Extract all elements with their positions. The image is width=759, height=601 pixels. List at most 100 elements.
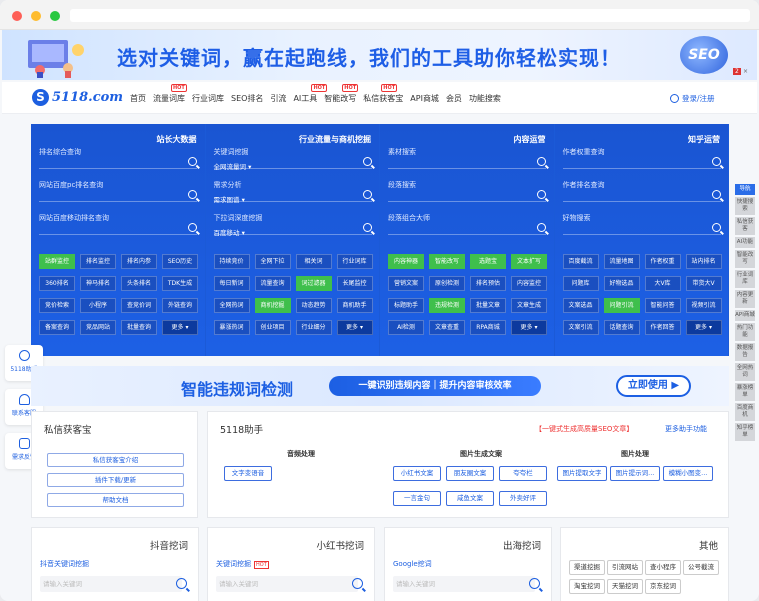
nav-item[interactable]: 流量词库 HOT [153, 84, 187, 104]
tool-tag[interactable]: 全网下拉 [254, 254, 291, 269]
tool-tag[interactable]: 创业项目 [254, 320, 291, 335]
tool-tag[interactable]: 360排名 [39, 276, 75, 291]
tool-tag[interactable]: SEO历史 [162, 254, 198, 269]
quick-nav-item[interactable]: API商城 [735, 310, 755, 321]
nav-item[interactable]: 功能搜索 [469, 93, 501, 104]
nav-item[interactable]: AI工具 HOT [293, 84, 328, 104]
tool-tag[interactable]: 神马排名 [80, 276, 116, 291]
tool-tag[interactable]: 作者权重 [644, 254, 681, 269]
banner-pager[interactable]: 2 [733, 68, 741, 75]
tool-tag[interactable]: 大V库 [644, 276, 681, 291]
tool-tag[interactable]: 竞价检索 [39, 298, 75, 313]
search-icon[interactable] [537, 223, 546, 232]
tool-tag[interactable]: 站内排名 [685, 254, 722, 269]
tool-tag[interactable]: 全网热词 [213, 298, 250, 313]
more-button[interactable]: 更多 ▾ [685, 320, 722, 335]
tool-tag[interactable]: 话题查询 [603, 320, 640, 335]
quick-nav-item[interactable]: 百度商机 [735, 403, 755, 421]
tool-tag[interactable]: 带货大V [685, 276, 722, 291]
other-tool-button[interactable]: 京东挖词 [645, 579, 681, 594]
tool-tag[interactable]: 排名预估 [470, 276, 506, 291]
tool-tag[interactable]: 行业细分 [295, 320, 332, 335]
tool-tag[interactable]: 暴涨热词 [213, 320, 250, 335]
other-tool-button[interactable]: 渠道挖掘 [569, 560, 605, 575]
search-icon[interactable] [529, 578, 540, 589]
other-tool-button[interactable]: 淘宝挖词 [569, 579, 605, 594]
tool-tag[interactable]: 流量地图 [603, 254, 640, 269]
maximize-dot[interactable] [50, 11, 60, 21]
nav-item[interactable]: 行业词库 [192, 93, 224, 104]
tool-tag[interactable]: 选题宝 [470, 254, 506, 269]
tool-tag[interactable]: 作者回答 [644, 320, 681, 335]
search-field[interactable]: 关键词挖掘 全网流量词 ▾ [213, 147, 372, 171]
tool-tag[interactable]: 文章查重 [429, 320, 465, 335]
quick-nav-item[interactable]: 热门功能 [735, 323, 755, 341]
tool-tag[interactable]: 词过滤器 [295, 276, 332, 291]
quick-nav-item[interactable]: 快捷搜索 [735, 197, 755, 215]
search-field[interactable]: 网站百度移动排名查询 [39, 213, 197, 235]
search-icon[interactable] [362, 223, 372, 232]
address-bar[interactable] [70, 9, 750, 22]
tool-tag[interactable]: 内容神器 [388, 254, 424, 269]
tool-tag[interactable]: AI检测 [388, 320, 424, 335]
tool-tag[interactable]: 每日新词 [213, 276, 250, 291]
search-icon[interactable] [362, 157, 372, 166]
tool-tag[interactable]: 文案选品 [562, 298, 599, 313]
quick-nav-item[interactable]: 行业词库 [735, 270, 755, 288]
assistant-promo[interactable]: 【一键式生成高质量SEO文章】 [535, 424, 633, 434]
tool-tag[interactable]: 行业词库 [336, 254, 373, 269]
private-intro-button[interactable]: 私信获客宝介绍 [47, 453, 184, 467]
minimize-dot[interactable] [31, 11, 41, 21]
login-link[interactable]: 登录/注册 [670, 93, 715, 104]
tool-tag[interactable]: RPA商城 [470, 320, 506, 335]
wordmine-label[interactable]: 关键词挖掘 HOT [216, 559, 269, 569]
field-dropdown[interactable]: 百度移动 ▾ [214, 227, 372, 237]
assistant-tool-button[interactable]: 咸鱼文案 [446, 491, 494, 506]
tool-tag[interactable]: 标题助手 [388, 298, 424, 313]
tool-tag[interactable]: 长尾监控 [336, 276, 373, 291]
tool-tag[interactable]: 备案查询 [39, 320, 75, 335]
tool-tag[interactable]: 竞品网站 [80, 320, 116, 335]
help-doc-button[interactable]: 帮助文档 [47, 493, 184, 507]
assistant-more-link[interactable]: 更多助手功能 [665, 424, 707, 434]
field-dropdown[interactable]: 全网流量词 ▾ [214, 161, 372, 171]
nav-item[interactable]: 会员 [446, 93, 462, 104]
assistant-tool-button[interactable]: 夸夸栏 [499, 466, 547, 481]
keyword-input[interactable]: 请输入关键词 [216, 576, 358, 592]
nav-item[interactable]: 引流 [270, 93, 286, 104]
assistant-tool-button[interactable]: 文字变语音 [224, 466, 272, 481]
nav-item[interactable]: 智能改写 HOT [324, 84, 359, 104]
tool-tag[interactable]: 营销文案 [388, 276, 424, 291]
quick-nav-item[interactable]: 内容更新 [735, 290, 755, 308]
keyword-input[interactable]: 请输入关键词 [393, 576, 535, 592]
tool-tag[interactable]: 问题库 [562, 276, 599, 291]
tool-tag[interactable]: 查竞价词 [121, 298, 157, 313]
plugin-download-button[interactable]: 插件下载/更新 [47, 473, 184, 487]
nav-item[interactable]: 首页 [130, 93, 146, 104]
tool-tag[interactable]: 商机挖掘 [254, 298, 291, 313]
tool-tag[interactable]: 站群监控 [39, 254, 75, 269]
tool-tag[interactable]: 小程序 [80, 298, 116, 313]
assistant-tool-button[interactable]: 图片提示词... [610, 466, 660, 481]
assistant-tool-button[interactable]: 小红书文案 [393, 466, 441, 481]
search-icon[interactable] [176, 578, 187, 589]
nav-item[interactable]: SEO排名 [231, 93, 263, 104]
field-dropdown[interactable]: 需求图谱 ▾ [214, 194, 372, 204]
tool-tag[interactable]: 批量查询 [121, 320, 157, 335]
assistant-tool-button[interactable]: 图片提取文字 [557, 466, 607, 481]
tool-tag[interactable]: 商机助手 [336, 298, 373, 313]
assistant-tool-button[interactable]: 一言金句 [393, 491, 441, 506]
search-field[interactable]: 需求分析 需求图谱 ▾ [213, 180, 372, 204]
tool-tag[interactable]: 文章生成 [511, 298, 547, 313]
assistant-tool-button[interactable]: 朋友圈文案 [446, 466, 494, 481]
quick-nav-item[interactable]: 知乎榜单 [735, 423, 755, 441]
search-field[interactable]: 好物搜索 [562, 213, 721, 235]
search-icon[interactable] [362, 190, 372, 199]
banner-close-icon[interactable]: × [743, 68, 748, 75]
search-field[interactable]: 段落搜索 [388, 180, 546, 202]
tool-tag[interactable]: 违规检测 [429, 298, 465, 313]
quick-nav-item[interactable]: 全网热词 [735, 363, 755, 381]
search-icon[interactable] [352, 578, 363, 589]
tool-tag[interactable]: 问题引流 [603, 298, 640, 313]
assistant-tool-button[interactable]: 外卖好评 [499, 491, 547, 506]
